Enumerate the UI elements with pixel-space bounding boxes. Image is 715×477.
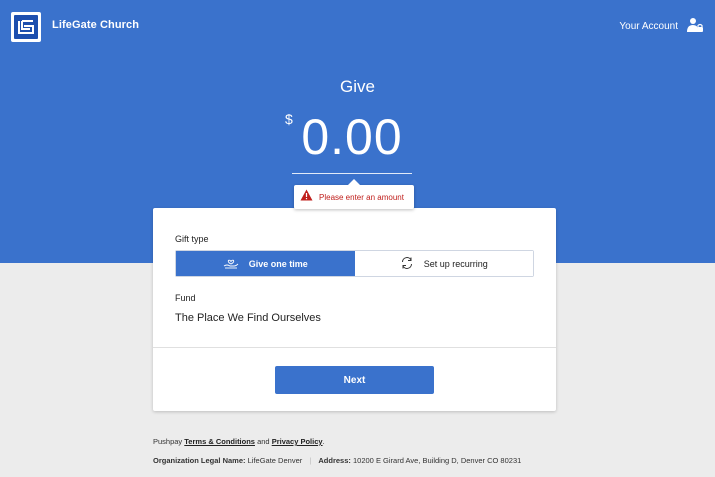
address-value: 10200 E Girard Ave, Building D, Denver C…: [353, 456, 522, 465]
your-account-link[interactable]: Your Account: [619, 17, 704, 36]
amount-underline: [292, 173, 412, 174]
gift-type-label: Gift type: [175, 234, 209, 244]
fund-value[interactable]: The Place We Find Ourselves: [175, 312, 321, 324]
recurring-arrows-icon: [400, 256, 414, 272]
give-one-time-button[interactable]: Give one time: [176, 251, 355, 276]
warning-triangle-icon: [300, 188, 313, 206]
org-name[interactable]: LifeGate Church: [52, 19, 139, 31]
legal-name-label: Organization Legal Name:: [153, 456, 246, 465]
error-message: Please enter an amount: [319, 192, 404, 202]
footer-and: and: [257, 437, 270, 446]
amount-error-tooltip: Please enter an amount: [294, 179, 414, 209]
set-up-recurring-button[interactable]: Set up recurring: [354, 251, 533, 276]
footer-terms: Pushpay Terms & Conditions and Privacy P…: [153, 437, 325, 446]
give-title: Give: [340, 77, 375, 96]
church-logo-icon[interactable]: [11, 12, 41, 42]
terms-link[interactable]: Terms & Conditions: [184, 437, 255, 446]
amount-input[interactable]: 0.00: [292, 108, 412, 166]
user-lock-icon: [686, 17, 704, 36]
give-one-time-label: Give one time: [248, 258, 308, 269]
gift-type-selector: Give one time Set up recurring: [175, 250, 534, 277]
footer-separator: |: [309, 456, 312, 465]
hand-heart-icon: [223, 257, 239, 271]
footer-legal: Organization Legal Name: LifeGate Denver…: [153, 456, 521, 465]
next-button[interactable]: Next: [275, 366, 434, 394]
card-divider: [153, 347, 556, 348]
address-label: Address:: [318, 456, 351, 465]
footer-prefix: Pushpay: [153, 437, 183, 446]
legal-name-value: LifeGate Denver: [247, 456, 303, 465]
set-up-recurring-label: Set up recurring: [423, 258, 488, 269]
give-form-card: Gift type Give one time Set up recurring…: [153, 208, 556, 411]
privacy-link[interactable]: Privacy Policy: [272, 437, 323, 446]
fund-label: Fund: [175, 293, 196, 303]
account-label: Your Account: [619, 21, 678, 32]
footer-period: .: [322, 437, 325, 446]
amount-field[interactable]: $ 0.00: [285, 108, 412, 174]
